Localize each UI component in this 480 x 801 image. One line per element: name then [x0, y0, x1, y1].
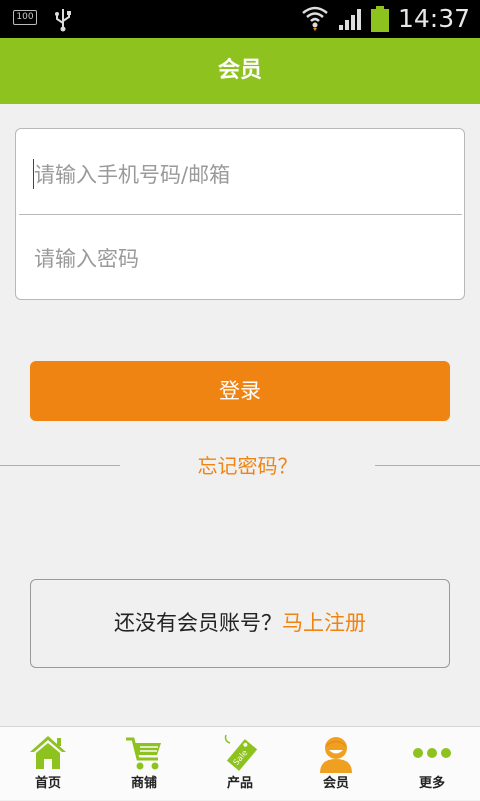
- login-form: 请输入手机号码/邮箱 请输入密码: [15, 128, 465, 300]
- more-icon: [413, 748, 451, 758]
- nav-item-member[interactable]: 会员: [288, 727, 384, 801]
- wifi-icon: [302, 6, 328, 31]
- battery-icon: [371, 6, 389, 32]
- battery-saver-icon: 100: [13, 10, 37, 25]
- nav-item-shops[interactable]: 商铺: [96, 727, 192, 801]
- password-input[interactable]: 请输入密码: [34, 239, 454, 279]
- register-link[interactable]: 马上注册: [282, 611, 366, 635]
- login-button[interactable]: 登录: [30, 361, 450, 421]
- status-bar: 100 14:37: [0, 0, 480, 38]
- member-icon: [320, 737, 352, 773]
- divider-left: [0, 465, 120, 466]
- cart-icon: [126, 737, 161, 770]
- bottom-nav: 首页 商铺 Sale 产品 会员 更多: [0, 726, 480, 800]
- nav-label-home: 首页: [34, 776, 61, 791]
- nav-item-products[interactable]: Sale 产品: [192, 727, 288, 801]
- nav-item-home[interactable]: 首页: [0, 727, 96, 801]
- register-prompt: 还没有会员账号？: [114, 611, 282, 635]
- nav-label-shops: 商铺: [130, 776, 157, 791]
- signal-icon: [339, 9, 361, 30]
- nav-label-more: 更多: [418, 776, 445, 791]
- nav-label-products: 产品: [226, 776, 253, 791]
- page-title: 会员: [0, 38, 480, 104]
- usb-icon: [55, 9, 71, 32]
- nav-label-member: 会员: [322, 776, 349, 791]
- forgot-password-link[interactable]: 忘记密码？: [120, 450, 375, 482]
- field-divider: [19, 214, 462, 215]
- divider-right: [375, 465, 480, 466]
- phone-email-input[interactable]: 请输入手机号码/邮箱: [34, 155, 454, 195]
- sale-tag-icon: Sale: [224, 734, 258, 771]
- home-icon: [30, 736, 66, 769]
- clock: 14:37: [398, 4, 471, 33]
- nav-item-more[interactable]: 更多: [384, 727, 480, 801]
- register-box: 还没有会员账号？马上注册: [30, 579, 450, 668]
